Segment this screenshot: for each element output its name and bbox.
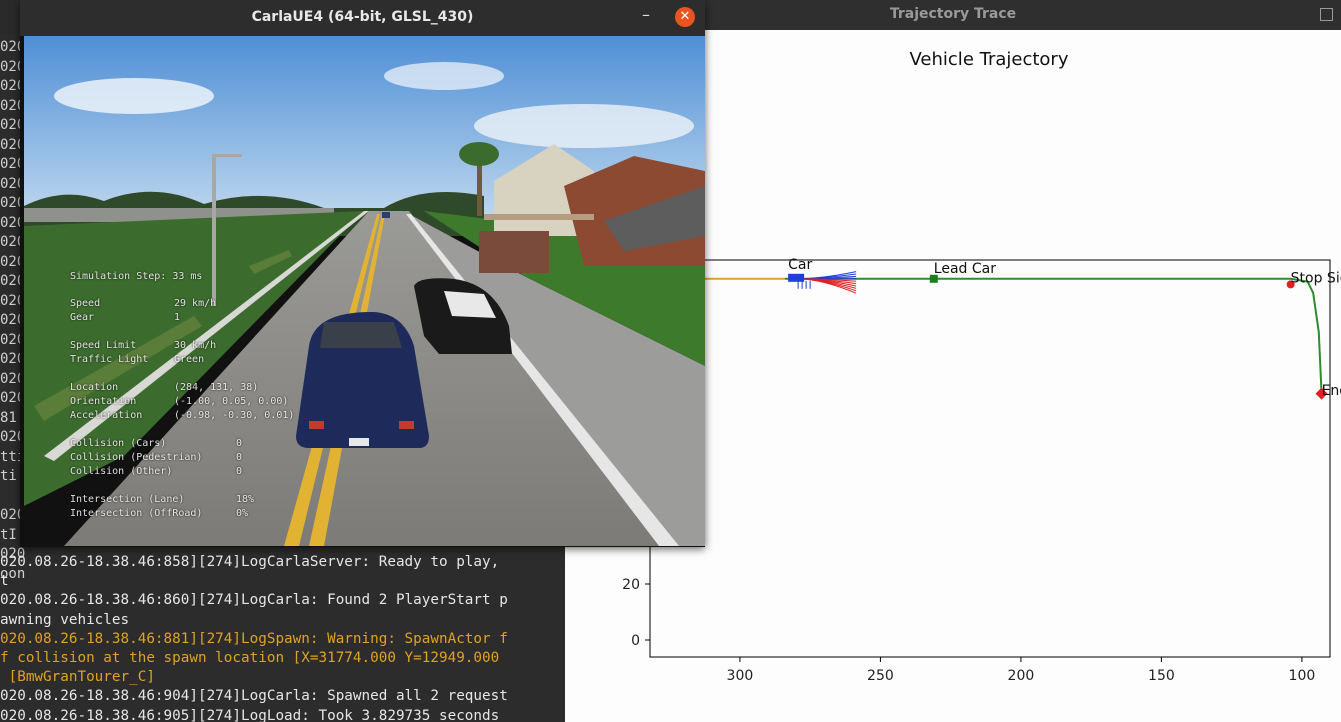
hud-speed-label: Speed [70,298,101,309]
hud-intersection-offroad-value: 0% [236,508,249,519]
hud-intersection-lane-label: Intersection (Lane) [70,494,185,505]
hud-acceleration-value: (-0.98, -0.30, 0.01) [174,410,295,421]
hud-gear-value: 1 [174,312,181,323]
terminal-log-line: f collision at the spawn location [X=317… [0,650,500,667]
hud-orientation-label: Orientation [70,396,137,407]
chart-title: Vehicle Trajectory [910,49,1069,70]
series-line-trajectory [784,277,1323,394]
ego-car-marker [788,273,805,282]
hud-traffic-light-label: Traffic Light [70,354,149,365]
plot-content: 300 250 200 150 100 0 20 Car Lead Car Stop Sign En… [622,257,1341,684]
terminal-log-line: t [0,573,9,590]
x-tick-label: 100 [1289,668,1316,684]
hud-speed-limit-value: 30 km/h [174,340,217,351]
y-tick-label: 20 [622,577,640,593]
y-tick-label: 0 [631,633,640,649]
palm-leaves [459,142,499,166]
annotation-label: End [1322,383,1341,399]
wall [479,231,549,273]
terminal-log-line: awning vehicles [0,611,130,628]
carla-window-title: CarlaUE4 (64-bit, GLSL_430) [251,9,474,25]
hud-speed-value: 29 km/h [174,298,217,309]
annotation-label: Stop Sign [1291,270,1341,286]
fence [484,214,594,220]
plot-frame [649,259,1331,658]
hud-intersection-lane-value: 18% [236,494,255,505]
carla-titlebar[interactable]: CarlaUE4 (64-bit, GLSL_430) – ✕ [20,0,705,36]
carla-window[interactable]: CarlaUE4 (64-bit, GLSL_430) – ✕ Simulati… [20,0,705,547]
hud-acceleration-label: Acceleration [70,410,143,421]
hud-collision-ped-label: Collision (Pedestrian) [70,452,203,463]
hud-sim-step: Simulation Step: 33 ms [70,271,203,282]
x-tick-label: 150 [1148,668,1175,684]
hud-location-label: Location [70,382,119,393]
cloud [474,104,694,148]
x-tick-label: 200 [1008,668,1035,684]
hud-gear-label: Gear [70,312,95,323]
terminal-log-line: 020.08.26-18.38.46:881][274]LogSpawn: Wa… [0,630,508,647]
terminal-log-line: [BmwGranTourer_C] [0,669,155,686]
x-tick-label: 250 [867,668,894,684]
x-tick-label: 300 [727,668,754,684]
hud-collision-other-label: Collision (Other) [70,466,173,477]
hud-orientation-value: (-1.00, 0.05, 0.00) [174,396,289,407]
hud-collision-other-value: 0 [236,466,243,477]
close-button[interactable]: ✕ [675,7,695,27]
hud-location-value: (284, 131, 38) [174,382,259,393]
annotation-label: Car [788,257,812,273]
hud-speed-limit-label: Speed Limit [70,340,137,351]
hud-collision-cars-label: Collision (Cars) [70,438,167,449]
terminal-log-line: 020.08.26-18.38.46:904][274]LogCarla: Sp… [0,688,508,705]
terminal-log-line: 020.08.26-18.38.46:860][274]LogCarla: Fo… [0,592,508,609]
minimize-button[interactable]: – [642,5,650,24]
hud-overlay: Simulation Step: 33 ms Speed 29 km/h Gea… [46,36,406,526]
terminal-log-line: 020.08.26-18.38.46:905][274]LogLoad: Too… [0,707,500,722]
hud-intersection-offroad-label: Intersection (OffRoad) [70,508,203,519]
terminal-log-line: 020.08.26-18.38.46:858][274]LogCarlaServ… [0,554,500,570]
terminal-log: 020.08.26-18.38.46:858][274]LogCarlaServ… [0,553,570,722]
hud-collision-ped-value: 0 [236,452,243,463]
hud-traffic-light-value: Green [174,354,205,365]
hud-collision-cars-value: 0 [236,438,243,449]
annotation-label: Lead Car [934,261,996,277]
